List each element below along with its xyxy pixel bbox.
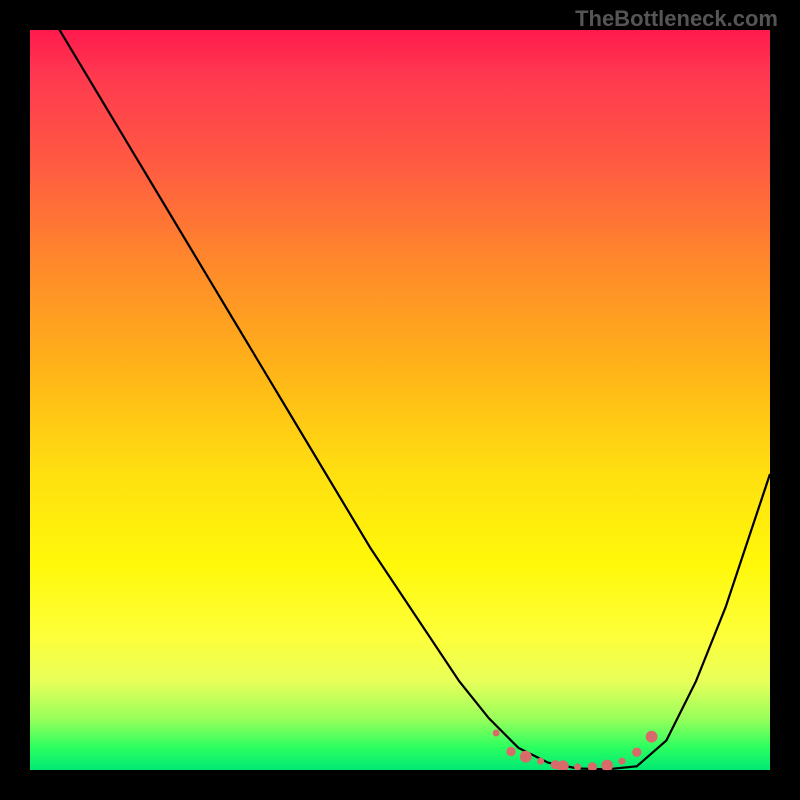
- scatter-dot: [588, 762, 597, 770]
- scatter-dot: [601, 760, 613, 770]
- scatter-points: [30, 30, 770, 770]
- scatter-dot: [619, 758, 626, 765]
- scatter-dot: [646, 731, 658, 743]
- scatter-dot: [520, 751, 532, 763]
- scatter-dot: [632, 748, 641, 757]
- scatter-dot: [537, 758, 544, 765]
- scatter-dot: [493, 730, 500, 737]
- scatter-dot: [574, 764, 581, 771]
- scatter-dot: [506, 747, 515, 756]
- chart-plot-area: [30, 30, 770, 770]
- watermark-text: TheBottleneck.com: [575, 6, 778, 32]
